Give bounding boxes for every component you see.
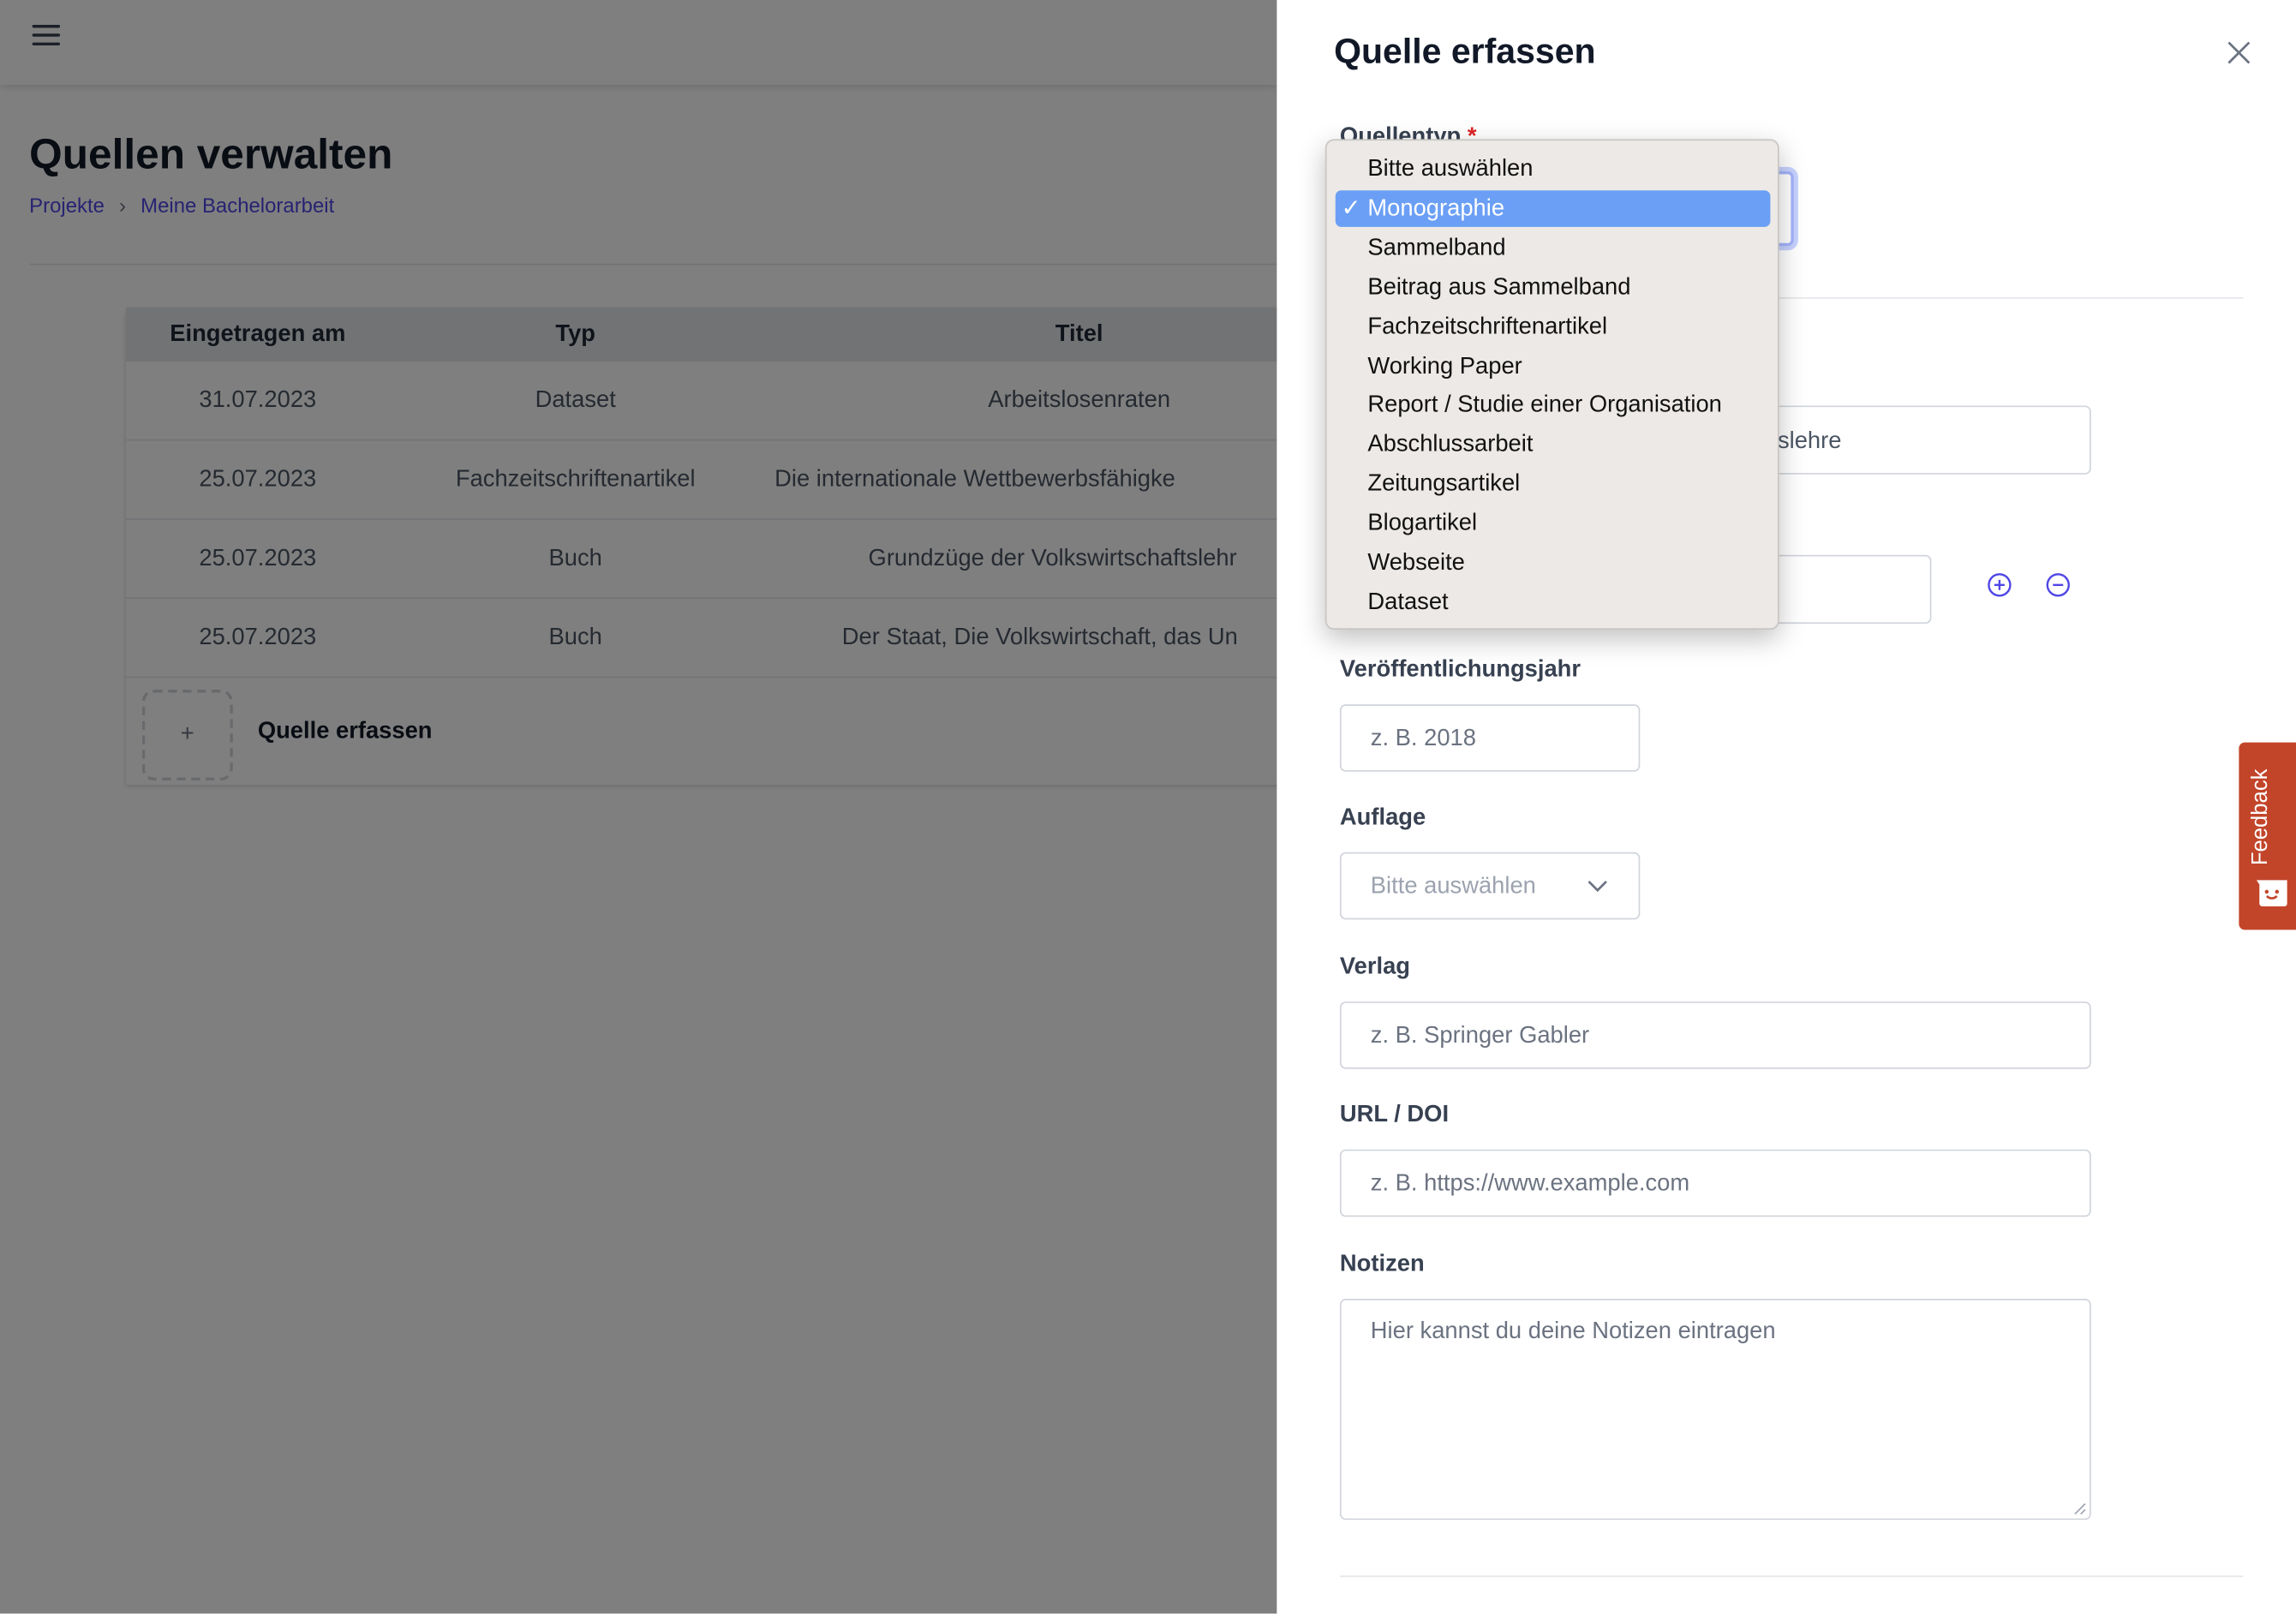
add-author-icon[interactable] [1987,572,2012,597]
publisher-label: Verlag [1339,954,1411,980]
remove-author-icon[interactable] [2046,572,2071,597]
edition-label: Auflage [1339,805,1426,831]
dropdown-option[interactable]: Abschlussarbeit [1336,427,1771,463]
dropdown-option-label: Bitte auswählen [1367,156,1534,182]
divider [1339,1575,2244,1577]
dropdown-option[interactable]: Fachzeitschriftenartikel [1336,308,1771,345]
dropdown-option-label: Webseite [1367,550,1465,576]
url-input[interactable]: z. B. https://www.example.com [1339,1149,2091,1217]
dropdown-option[interactable]: Sammelband [1336,230,1771,266]
notes-label: Notizen [1339,1252,1425,1277]
dropdown-option[interactable]: Bitte auswählen [1336,151,1771,188]
dropdown-option[interactable]: Report / Studie einer Organisation [1336,387,1771,424]
source-type-dropdown: Bitte auswählen ✓ Monographie Sammelband Bei… [1324,139,1779,630]
panel-title: Quelle erfassen [1334,32,1596,72]
feedback-button[interactable]: Feedback [2239,742,2296,930]
notes-textarea[interactable]: Hier kannst du deine Notizen eintragen [1339,1299,2091,1521]
dropdown-option[interactable]: Dataset [1336,584,1771,621]
chevron-down-icon [1587,880,1607,893]
dropdown-option-label: Sammelband [1367,235,1506,260]
url-label: URL / DOI [1339,1103,1450,1128]
close-icon[interactable] [2226,39,2252,66]
dropdown-option-label: Blogartikel [1367,511,1478,536]
dropdown-option-label: Working Paper [1367,353,1522,379]
checkmark-icon: ✓ [1341,195,1361,221]
dropdown-option-label: Abschlussarbeit [1367,432,1534,457]
dropdown-option-label: Monographie [1367,195,1505,221]
edition-select[interactable]: Bitte auswählen [1339,852,1641,920]
dropdown-option-label: Zeitungsartikel [1367,471,1521,497]
dropdown-option[interactable]: Working Paper [1336,348,1771,385]
dropdown-option-label: Dataset [1367,589,1449,615]
smiley-chat-icon [2256,880,2287,906]
resize-handle-icon[interactable] [2073,1503,2086,1515]
year-label: Veröffentlichungsjahr [1339,657,1581,683]
modal-backdrop[interactable] [0,0,1277,1614]
dropdown-option-label: Fachzeitschriftenartikel [1367,314,1608,339]
publisher-input[interactable]: z. B. Springer Gabler [1339,1001,2091,1069]
dropdown-option-label: Beitrag aus Sammelband [1367,274,1631,300]
dropdown-option[interactable]: Webseite [1336,545,1771,582]
feedback-label: Feedback [2247,768,2273,866]
dropdown-option[interactable]: Blogartikel [1336,505,1771,542]
dropdown-option[interactable]: Zeitungsartikel [1336,466,1771,503]
dropdown-option[interactable]: ✓ Monographie [1335,190,1771,227]
dropdown-option-label: Report / Studie einer Organisation [1367,392,1722,418]
year-input[interactable]: z. B. 2018 [1339,704,1641,772]
dropdown-option[interactable]: Beitrag aus Sammelband [1336,269,1771,306]
